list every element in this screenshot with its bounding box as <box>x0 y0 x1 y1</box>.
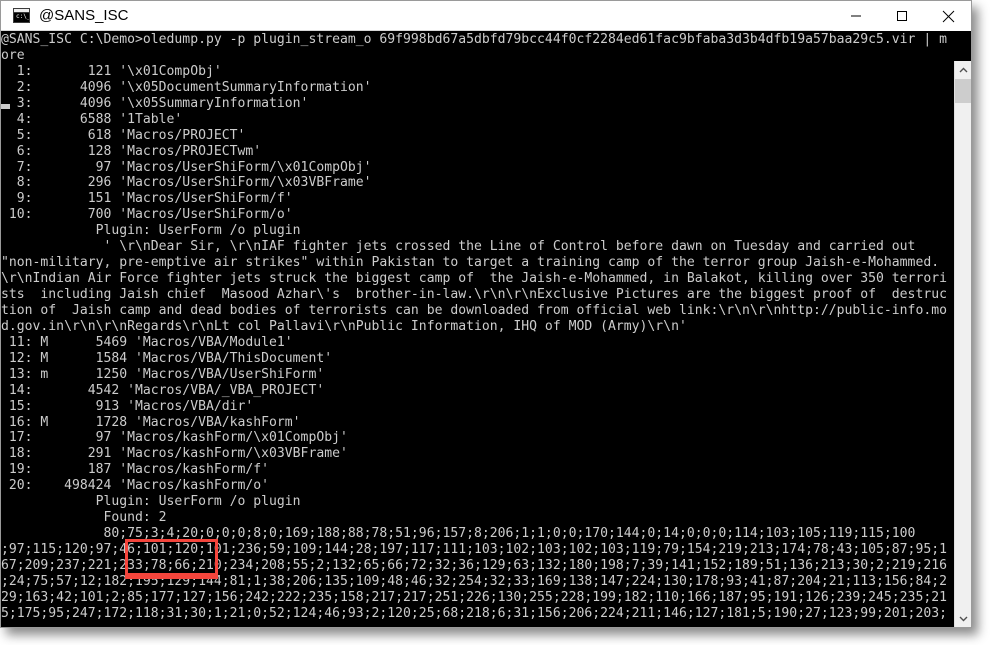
terminal-output-area[interactable]: @SANS_ISC C:\Demo>oledump.py -p plugin_s… <box>1 31 971 627</box>
terminal-line: @SANS_ISC C:\Demo>oledump.py -p plugin_s… <box>1 32 947 47</box>
scroll-down-arrow[interactable] <box>955 609 971 627</box>
terminal-line: 13: m 1250 'Macros/VBA/UserShiForm' <box>1 366 325 382</box>
console-icon: c:\_ <box>13 8 30 23</box>
terminal-line: 11: M 5469 'Macros/VBA/Module1' <box>1 334 293 350</box>
terminal-line: ;24;75;57;12;182;195;129;144;81;1;38;206… <box>1 573 947 589</box>
terminal-line: d.gov.in\r\n\r\nRegards\r\nLt col Pallav… <box>1 318 687 334</box>
terminal-line: 19: 187 'Macros/kashForm/f' <box>1 462 270 478</box>
terminal-line: 17: 97 'Macros/kashForm/\x01CompObj' <box>1 430 348 446</box>
terminal-line: tion of Jaish camp and dead bodies of te… <box>1 302 947 318</box>
terminal-line: 8: 296 'Macros/UserShiForm/\x03VBFrame' <box>1 175 372 191</box>
terminal-text: @SANS_ISC C:\Demo>oledump.py -p plugin_s… <box>1 32 960 622</box>
terminal-line: 1: 121 '\x01CompObj' <box>1 63 222 79</box>
chevron-up-icon <box>959 67 968 72</box>
terminal-line: 12: M 1584 'Macros/VBA/ThisDocument' <box>1 350 333 366</box>
vertical-scrollbar[interactable] <box>954 61 971 627</box>
terminal-line: 29;163;42;101;2;85;177;127;156;242;222;2… <box>1 589 947 605</box>
terminal-line: 6: 128 'Macros/PROJECTwm' <box>1 143 262 159</box>
terminal-line: 7: 97 'Macros/UserShiForm/\x01CompObj' <box>1 159 372 175</box>
terminal-line: 15: 913 'Macros/VBA/dir' <box>1 398 254 414</box>
terminal-line: 20: 498424 'Macros/kashForm/o' <box>1 478 270 494</box>
terminal-line: 14: 4542 'Macros/VBA/_VBA_PROJECT' <box>1 382 325 398</box>
screen: c:\_ @SANS_ISC @SANS_ISC C:\Demo>oledump… <box>0 0 999 645</box>
terminal-line: \r\nIndian Air Force fighter jets struck… <box>1 271 947 287</box>
terminal-line: 3: 4096 '\x05SummaryInformation' <box>1 95 309 111</box>
maximize-button[interactable] <box>879 1 925 31</box>
terminal-line: ;97;115;120;97;46;101;120;101;236;59;109… <box>1 542 947 557</box>
minimize-button[interactable] <box>833 1 879 31</box>
terminal-line: 67;209;237;221;233;78;66;210;234;208;55;… <box>1 557 947 573</box>
terminal-line: 2: 4096 '\x05DocumentSummaryInformation' <box>1 79 372 95</box>
terminal-line: 4: 6588 '1Table' <box>1 111 183 127</box>
terminal-line: Plugin: UserForm /o plugin <box>1 494 301 510</box>
terminal-line: sts including Jaish chief Masood Azhar\'… <box>1 287 947 302</box>
terminal-line: 16: M 1728 'Macros/VBA/kashForm' <box>1 414 301 430</box>
scroll-up-arrow[interactable] <box>955 61 971 79</box>
terminal-line: ore <box>1 47 25 63</box>
terminal-line: ' \r\nDear Sir, \r\nIAF fighter jets cro… <box>1 239 916 255</box>
terminal-line: 9: 151 'Macros/UserShiForm/f' <box>1 191 293 207</box>
maximize-icon <box>897 11 907 21</box>
terminal-line: Found: 2 <box>1 510 167 526</box>
title-bar[interactable]: c:\_ @SANS_ISC <box>1 1 971 31</box>
close-icon <box>942 10 954 22</box>
minimize-icon <box>851 15 861 17</box>
terminal-line: 5: 618 'Macros/PROJECT' <box>1 127 246 143</box>
terminal-line: 5;175;95;247;172;118;31;30;1;21;0;52;124… <box>1 605 947 621</box>
console-window: c:\_ @SANS_ISC @SANS_ISC C:\Demo>oledump… <box>0 0 972 628</box>
window-title: @SANS_ISC <box>39 7 129 24</box>
window-controls <box>833 1 971 31</box>
terminal-line: Plugin: UserForm /o plugin <box>1 223 301 239</box>
close-button[interactable] <box>925 1 971 31</box>
cursor-block <box>1 104 10 109</box>
terminal-line: 10: 700 'Macros/UserShiForm/o' <box>1 207 293 223</box>
terminal-line: 80;75;3;4;20;0;0;0;8;0;169;188;88;78;51;… <box>1 526 916 542</box>
terminal-line: 18: 291 'Macros/kashForm/\x03VBFrame' <box>1 446 348 462</box>
terminal-line: "non-military, pre-emptive air strikes" … <box>1 255 940 271</box>
chevron-down-icon <box>959 616 968 621</box>
scroll-thumb[interactable] <box>955 79 971 103</box>
